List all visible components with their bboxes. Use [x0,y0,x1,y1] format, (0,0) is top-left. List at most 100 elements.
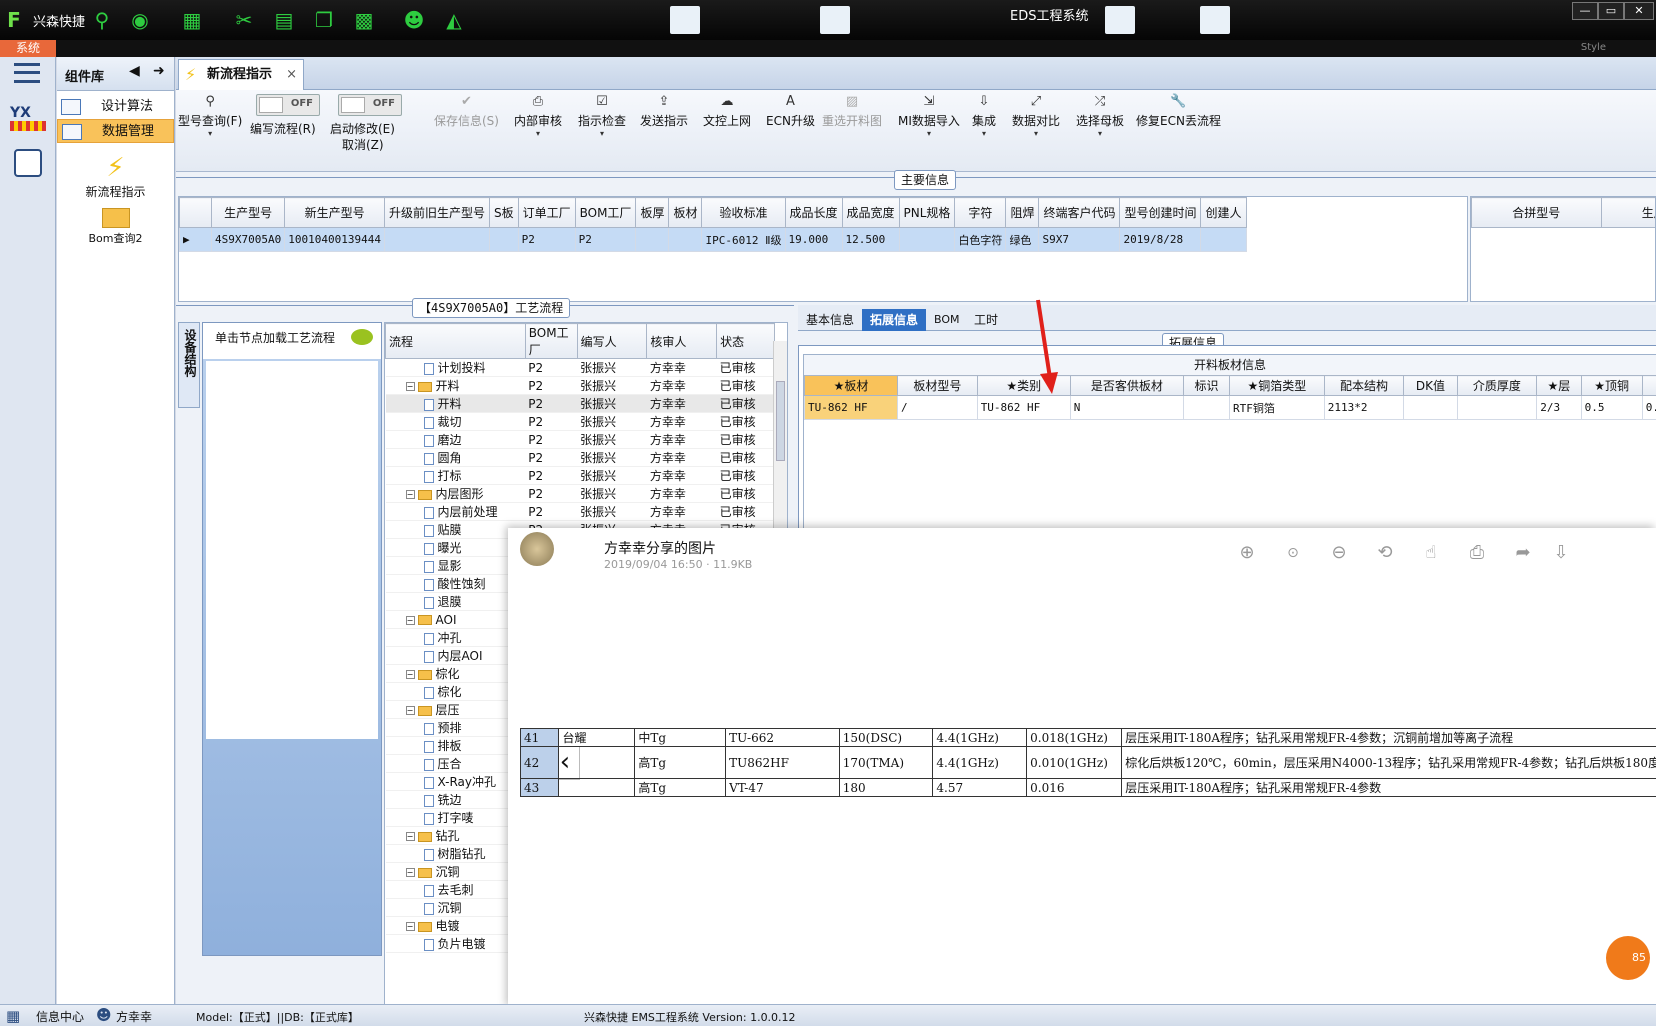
cancel-button[interactable]: 取消(Z) [342,136,384,153]
collapse-icon[interactable]: − [405,922,415,931]
zoom-in-icon[interactable]: ⊕ [1234,540,1260,566]
main-col-header[interactable]: BOM工厂 [574,197,637,228]
collapse-icon[interactable]: − [405,670,415,679]
ext-col-header[interactable]: 板材型号 [897,375,978,396]
tree-node[interactable]: 沉铜 [385,898,526,917]
tree-node[interactable]: − 沉铜 [385,862,526,881]
tree-node[interactable]: 磨边 [385,430,526,449]
tab-new-flow-instruction[interactable]: ⚡ 新流程指示 × [178,59,304,90]
info-center[interactable]: 信息中心 [36,1008,84,1025]
search-icon[interactable]: ⚲ [90,8,114,32]
table-cell[interactable]: P2 [574,227,637,252]
grid-icon[interactable]: ▩ [352,8,376,32]
taskbar-thumb[interactable] [670,6,700,34]
main-col-header[interactable]: S板 [488,197,519,228]
table-cell[interactable] [1456,395,1538,420]
tree-node[interactable]: 压合 [385,754,526,773]
tree-row[interactable]: 裁切 P2 张振兴 方幸幸 已审核 [385,412,775,431]
main-col-header[interactable]: 板材 [668,197,703,228]
scissors-icon[interactable]: ✂ [232,8,256,32]
main-col-header[interactable]: 升级前旧生产型号 [383,197,490,228]
doc-upload-button[interactable]: ☁ 文控上网 [703,94,751,129]
main-col-header[interactable]: 成品长度 [784,197,843,228]
tree-node[interactable]: 内层AOI [385,646,526,665]
tree-node[interactable]: − 开料 [385,376,526,395]
table-cell[interactable]: 2113*2 [1323,395,1405,420]
tree-node[interactable]: 裁切 [385,412,526,431]
dropdown-icon[interactable]: ▾ [578,129,626,147]
dropdown-icon[interactable]: ▾ [178,129,242,147]
node-hint[interactable]: 单击节点加载工艺流程 [203,323,381,359]
tree-node[interactable]: 去毛刺 [385,880,526,899]
table-row[interactable]: ▶ 4S9X7005A0 10010400139444 P2 P2 IPC-6012 Ⅱ级… [179,227,1247,252]
tree-node[interactable]: 打标 [385,466,526,485]
ecn-upgrade-button[interactable]: A ECN升级 [766,94,815,129]
tree-node[interactable]: 排板 [385,736,526,755]
table-cell[interactable]: S9X7 [1038,227,1121,252]
yx-logo[interactable]: YX [10,105,46,135]
main-col-header[interactable]: 订单工厂 [517,197,576,228]
table-cell[interactable] [383,227,490,252]
ext-col-header[interactable]: 介质厚度 [1456,375,1538,396]
tree-node[interactable]: 曝光 [385,538,526,557]
merge-col-header[interactable]: 合拼型号 [1471,197,1602,228]
repair-ecn-button[interactable]: 🔧 修复ECN丢流程 [1136,94,1221,129]
integrate-button[interactable]: ⇩ 集成 ▾ [972,94,996,147]
chart-icon[interactable]: ◭ [442,8,466,32]
reselect-drawing-button[interactable]: ▨ 重选开料图 [822,94,882,129]
ext-col-header[interactable]: ★顶铜 [1580,375,1643,396]
main-col-header[interactable]: 验收标准 [701,197,786,228]
table-cell[interactable]: 绿色 [1005,227,1040,252]
table-cell[interactable] [1403,395,1458,420]
dropdown-icon[interactable]: ▾ [972,129,996,147]
tree-col-header[interactable]: 流程 [385,323,526,359]
ext-col-header[interactable]: ★板材 [804,375,899,396]
scroll-thumb[interactable] [776,381,785,461]
main-col-header[interactable]: 阻焊 [1005,197,1040,228]
ext-col-header[interactable]: 是否客供板材 [1069,375,1184,396]
main-col-header[interactable]: 创建人 [1200,197,1247,228]
tree-node[interactable]: 计划投料 [385,358,526,377]
dropdown-icon[interactable]: ▾ [1076,129,1124,147]
enable-edit-toggle[interactable]: OFF [338,94,402,116]
table-cell[interactable] [1200,227,1247,252]
tree-node[interactable]: 负片电镀 [385,934,526,953]
table-cell[interactable]: 0.5 [1641,395,1656,420]
table-cell[interactable]: TU-862 HF [804,395,899,420]
collapse-left-icon[interactable]: ◀ [129,63,140,79]
collapse-icon[interactable]: − [405,382,415,391]
tree-col-header[interactable]: 编写人 [576,323,648,359]
bom-query-2[interactable]: Bom查询2 [57,208,174,246]
zoom-out-icon[interactable]: ⊖ [1326,540,1352,566]
table-cell[interactable]: 0.5 [1580,395,1643,420]
tree-node[interactable]: 冲孔 [385,628,526,647]
ext-col-header[interactable]: 标识 [1182,375,1231,396]
tree-node[interactable]: 退膜 [385,592,526,611]
close-button[interactable]: ✕ [1624,2,1654,20]
share-icon[interactable]: ➦ [1510,540,1536,566]
tree-node[interactable]: 打字唛 [385,808,526,827]
menu-icon[interactable] [14,63,40,83]
tree-row[interactable]: 圆角 P2 张振兴 方幸幸 已审核 [385,448,775,467]
actual-size-icon[interactable]: ⊙ [1280,540,1306,566]
mi-import-button[interactable]: ⇲ MI数据导入 ▾ [898,94,960,147]
table-cell[interactable]: 12.500 [841,227,900,252]
download-icon[interactable]: ⇩ [1548,540,1574,566]
collapse-icon[interactable]: − [405,832,415,841]
instruction-check-button[interactable]: ☑ 指示检查 ▾ [578,94,626,147]
tree-row[interactable]: 计划投料 P2 张振兴 方幸幸 已审核 [385,358,775,377]
tree-node[interactable]: 酸性蚀刻 [385,574,526,593]
maximize-button[interactable]: ▭ [1598,2,1624,20]
tab-bom[interactable]: BOM [926,309,968,331]
tree-row[interactable]: 磨边 P2 张振兴 方幸幸 已审核 [385,430,775,449]
tree-col-header[interactable]: BOM工厂 [524,323,578,359]
tree-row[interactable]: − 内层图形 P2 张振兴 方幸幸 已审核 [385,484,775,503]
main-col-header[interactable]: 终端客户代码 [1038,197,1121,228]
tree-node[interactable]: 圆角 [385,448,526,467]
table-row[interactable]: TU-862 HF/TU-862 HFNRTF铜箔2113*22/30.50.5 [804,395,1656,420]
table-cell[interactable] [668,227,703,252]
ext-col-header[interactable]: ★底铜 [1641,375,1656,396]
table-cell[interactable] [1182,395,1231,420]
table-cell[interactable]: 19.000 [784,227,843,252]
save-info-button[interactable]: ✔ 保存信息(S) [434,94,499,129]
